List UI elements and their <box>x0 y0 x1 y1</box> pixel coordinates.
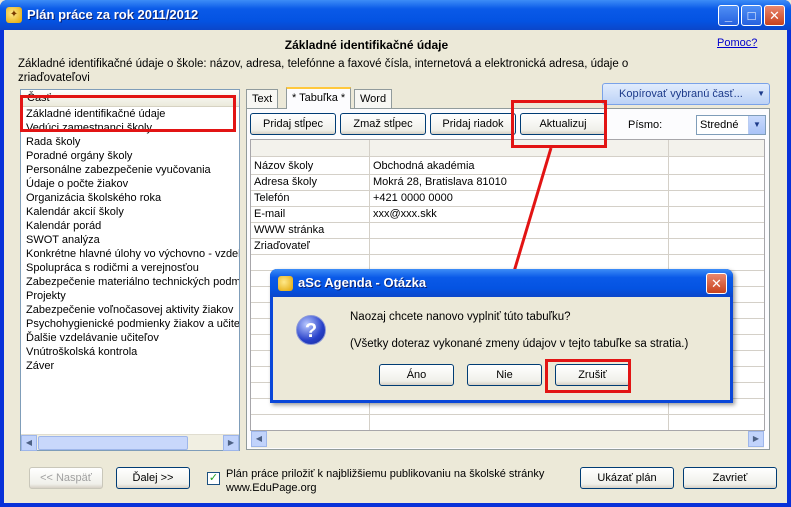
font-size-value: Stredné <box>700 119 739 131</box>
row-divider <box>251 238 764 239</box>
window-title: Plán práce za rok 2011/2012 <box>27 7 199 22</box>
close-window-button[interactable]: ✕ <box>764 5 785 26</box>
list-item[interactable]: Zabezpečenie materiálno technických podm… <box>21 275 239 289</box>
no-button[interactable]: Nie <box>467 364 542 386</box>
dialog-detail: (Všetky doteraz vykonané zmeny údajov v … <box>350 338 689 350</box>
application-window: ✦ Plán práce za rok 2011/2012 _ □ ✕ Zákl… <box>0 0 791 507</box>
list-item[interactable]: Záver <box>21 359 239 373</box>
show-plan-button[interactable]: Ukázať plán <box>580 467 674 489</box>
table-cell-value[interactable]: +421 0000 0000 <box>370 190 453 206</box>
section-title: Základné identifikačné údaje <box>284 38 449 52</box>
scroll-right-icon[interactable]: ▶ <box>223 435 239 451</box>
part-list-hscrollbar[interactable]: ◀ ▶ <box>21 434 239 451</box>
app-icon: ✦ <box>6 7 22 23</box>
list-item[interactable]: SWOT analýza <box>21 233 239 247</box>
table-cell-label[interactable]: Telefón <box>251 190 289 206</box>
table-cell-value[interactable]: Mokrá 28, Bratislava 81010 <box>370 174 507 190</box>
copy-button-label: Kopírovať vybranú časť... <box>619 88 743 100</box>
add-row-button[interactable]: Pridaj riadok <box>430 113 516 135</box>
dialog-title: aSc Agenda - Otázka <box>298 275 427 290</box>
section-description: Základné identifikačné údaje o škole: ná… <box>18 58 629 84</box>
row-divider <box>251 254 764 255</box>
maximize-button[interactable]: □ <box>741 5 762 26</box>
list-item[interactable]: Poradné orgány školy <box>21 149 239 163</box>
close-button[interactable]: Zavrieť <box>683 467 777 489</box>
table-cell-label[interactable]: Zriaďovateľ <box>251 238 310 254</box>
table-hscrollbar[interactable]: ◀ ▶ <box>251 431 764 448</box>
table-cell-value[interactable] <box>370 238 373 254</box>
delete-column-button[interactable]: Zmaž stĺpec <box>340 113 426 135</box>
list-item[interactable]: Rada školy <box>21 135 239 149</box>
dialog-title-bar[interactable]: aSc Agenda - Otázka ✕ <box>270 269 733 297</box>
dialog-message: Naozaj chcete nanovo vyplniť túto tabuľk… <box>350 311 571 323</box>
scroll-thumb[interactable] <box>38 436 188 450</box>
table-header-row <box>251 140 764 157</box>
font-label: Písmo: <box>628 119 663 131</box>
list-item[interactable]: Personálne zabezpečenie vyučovania <box>21 163 239 177</box>
list-item[interactable]: Konkrétne hlavné úlohy vo výchovno - vzd… <box>21 247 239 261</box>
question-icon: ? <box>296 315 326 345</box>
row-divider <box>251 414 764 415</box>
back-button[interactable]: << Naspäť <box>29 467 103 489</box>
table-cell-value[interactable]: xxx@xxx.skk <box>370 206 437 222</box>
tab-table[interactable]: * Tabuľka * <box>286 87 352 109</box>
annotation-box-update-button <box>511 100 607 148</box>
list-item[interactable]: Psychohygienické podmienky žiakov a učit… <box>21 317 239 331</box>
table-cell-label[interactable]: Názov školy <box>251 158 313 174</box>
confirm-dialog: aSc Agenda - Otázka ✕ ? Naozaj chcete na… <box>270 269 733 403</box>
yes-button[interactable]: Áno <box>379 364 454 386</box>
tab-word[interactable]: Word <box>354 89 393 108</box>
title-bar[interactable]: ✦ Plán práce za rok 2011/2012 _ □ ✕ <box>0 0 791 30</box>
table-cell-value[interactable]: Obchodná akadémia <box>370 158 475 174</box>
annotation-box-list-item <box>20 95 236 132</box>
help-link[interactable]: Pomoc? <box>717 37 757 49</box>
scroll-left-icon[interactable]: ◀ <box>21 435 37 451</box>
minimize-button[interactable]: _ <box>718 5 739 26</box>
chevron-down-icon[interactable]: ▼ <box>748 116 765 134</box>
annotation-box-cancel-button <box>545 359 631 393</box>
add-column-button[interactable]: Pridaj stĺpec <box>250 113 336 135</box>
dialog-close-button[interactable]: ✕ <box>706 273 727 294</box>
row-divider <box>251 206 764 207</box>
publish-checkbox-label: Plán práce priložiť k najbližšiemu publi… <box>226 468 545 494</box>
table-cell-label[interactable]: WWW stránka <box>251 222 324 238</box>
row-divider <box>251 222 764 223</box>
table-cell-value[interactable] <box>370 222 373 238</box>
part-list-items: Základné identifikačné údaje Vedúci zame… <box>21 107 239 373</box>
list-item[interactable]: Kalendár porád <box>21 219 239 233</box>
font-size-select[interactable]: Stredné ▼ <box>696 115 766 135</box>
list-item[interactable]: Zabezpečenie voľnočasovej aktivity žiako… <box>21 303 239 317</box>
publish-checkbox[interactable]: ✓ <box>207 472 220 485</box>
list-item[interactable]: Organizácia školského roka <box>21 191 239 205</box>
next-button[interactable]: Ďalej >> <box>116 467 190 489</box>
list-item[interactable]: Ďalšie vzdelávanie učiteľov <box>21 331 239 345</box>
list-item[interactable]: Údaje o počte žiakov <box>21 177 239 191</box>
list-item[interactable]: Spolupráca s rodičmi a verejnosťou <box>21 261 239 275</box>
list-item[interactable]: Vnútroškolská kontrola <box>21 345 239 359</box>
scroll-left-icon[interactable]: ◀ <box>251 431 267 447</box>
row-divider <box>251 174 764 175</box>
chevron-down-icon: ▼ <box>757 89 765 98</box>
table-cell-label[interactable]: Adresa školy <box>251 174 317 190</box>
part-list[interactable]: Časť Základné identifikačné údaje Vedúci… <box>20 89 240 451</box>
app-icon <box>278 276 293 291</box>
row-divider <box>251 190 764 191</box>
list-item[interactable]: Projekty <box>21 289 239 303</box>
table-cell-label[interactable]: E-mail <box>251 206 285 222</box>
copy-selected-part-button[interactable]: Kopírovať vybranú časť... ▼ <box>602 83 770 105</box>
scroll-right-icon[interactable]: ▶ <box>748 431 764 447</box>
list-item[interactable]: Kalendár akcií školy <box>21 205 239 219</box>
tab-text[interactable]: Text <box>246 89 279 108</box>
